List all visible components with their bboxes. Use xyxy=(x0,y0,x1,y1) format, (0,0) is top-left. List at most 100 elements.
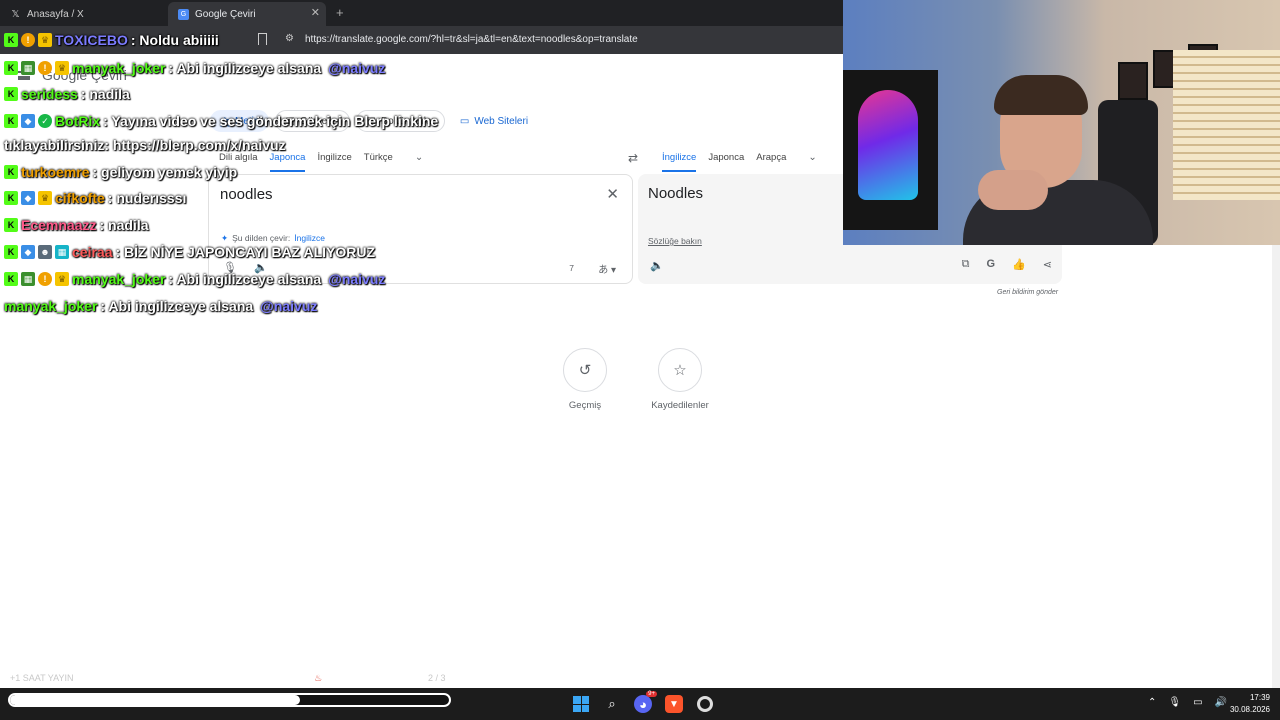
chevron-down-icon[interactable]: ⌄ xyxy=(415,152,423,172)
chat-message: K ▦! ♛ manyak_joker: Abi ingilizceye alsana… xyxy=(4,271,385,287)
kick-badge-icon: K xyxy=(4,114,18,128)
chat-username[interactable]: TOXICEBO xyxy=(55,32,128,48)
lang-arabic-target[interactable]: Arapça xyxy=(756,152,786,172)
chat-text: : Abi ingilizceye alsana xyxy=(168,60,322,76)
source-text[interactable]: noodles xyxy=(220,186,273,203)
stream-progress-bar xyxy=(8,693,451,707)
url-field[interactable]: https://translate.google.com/?hl=tr&sl=j… xyxy=(305,34,638,45)
lang-english-target[interactable]: İngilizce xyxy=(662,152,697,172)
diamond-badge-icon: ◆ xyxy=(21,245,35,259)
chat-message: K ◆ ♛ cifkofte: nuderısssı xyxy=(4,190,186,206)
chat-text: : Yayına video ve ses göndermek için Ble… xyxy=(103,113,439,129)
site-settings-icon[interactable]: ⚙ xyxy=(285,33,294,44)
page-counter: 2 / 3 xyxy=(428,673,446,683)
chat-message: manyak_joker: Abi ingilizceye alsana @nai… xyxy=(4,298,317,314)
microphone-icon[interactable]: 🎙 xyxy=(1168,697,1181,708)
new-tab-icon[interactable]: + xyxy=(336,5,344,20)
share-icon[interactable]: ⋖ xyxy=(1043,258,1052,271)
clear-icon[interactable]: ✕ xyxy=(606,185,619,203)
history-button[interactable]: ↺ Geçmiş xyxy=(555,348,615,411)
source-language-bar: Dili algıla Japonca İngilizce Türkçe ⌄ xyxy=(219,152,423,172)
wall-poster xyxy=(843,70,938,230)
chat-username[interactable]: cifkofte xyxy=(55,190,105,206)
coin-badge-icon: ! xyxy=(38,61,52,75)
diamond-badge-icon: ◆ xyxy=(21,191,35,205)
swap-languages-icon[interactable]: ⇄ xyxy=(628,151,638,165)
keyboard-icon[interactable]: あ ▾ xyxy=(598,261,616,276)
chat-username[interactable]: Ecemnaazz xyxy=(21,217,96,233)
progress-fill xyxy=(10,695,300,705)
lang-japanese-target[interactable]: Japonca xyxy=(708,152,744,172)
chat-text: tıklayabilirsiniz: https://blerp.com/x/n… xyxy=(4,137,286,153)
feedback-link[interactable]: Geri bildirim gönder xyxy=(997,289,1058,296)
web-icon: ▭ xyxy=(459,115,470,127)
lang-english[interactable]: İngilizce xyxy=(317,152,351,172)
dictionary-link[interactable]: Sözlüğe bakın xyxy=(648,236,702,246)
coin-badge-icon: ! xyxy=(21,33,35,47)
bookmark-icon[interactable] xyxy=(258,33,267,45)
chat-username[interactable]: turkoemre xyxy=(21,164,89,180)
chat-username[interactable]: ceiraa xyxy=(72,244,112,260)
chat-text: : nadila xyxy=(80,86,130,102)
streamer-hand xyxy=(978,170,1048,210)
rate-icon[interactable]: 👍 xyxy=(1012,258,1026,271)
chat-username[interactable]: manyak_joker xyxy=(72,60,165,76)
sparkle-icon: ✦ xyxy=(221,233,229,243)
chat-text: : Abi ingilizceye alsana xyxy=(100,298,254,314)
translate-from-suggestion: ✦ Şu dilden çevir: İngilizce xyxy=(221,233,325,244)
chat-message: Kturkoemre: geliyom yemek yiyip xyxy=(4,164,237,180)
search-icon[interactable]: ⌕ xyxy=(603,695,621,713)
taskbar: ⌕ ◕ 9+ ▼ ⌃ 🎙 ▭ 🔊 17:39 30.08.2026 xyxy=(0,688,1280,720)
lang-turkish[interactable]: Türkçe xyxy=(364,152,393,172)
suggest-link[interactable]: İngilizce xyxy=(294,233,325,244)
chat-username[interactable]: BotRix xyxy=(55,113,100,129)
chat-message: K Ecemnaazz: nadila xyxy=(4,217,149,233)
chat-username[interactable]: manyak_joker xyxy=(4,298,97,314)
windows-start-icon[interactable] xyxy=(572,695,590,713)
source-text-area[interactable]: noodles ✕ ✦ Şu dilden çevir: İngilizce 🎙… xyxy=(208,174,633,284)
chat-mention[interactable]: @naivuz xyxy=(260,298,317,314)
close-tab-icon[interactable]: ✕ xyxy=(311,6,320,19)
chat-text: : nadila xyxy=(99,217,149,233)
chat-text: : BİZ NİYE JAPONCAYI BAZ ALIYORUZ xyxy=(115,244,376,260)
tab-google-translate[interactable]: G Google Çeviri ✕ xyxy=(168,2,326,26)
tab-label: Anasayfa / X xyxy=(27,8,84,20)
chevron-up-icon[interactable]: ⌃ xyxy=(1148,697,1156,708)
grid-badge-icon: ▦ xyxy=(55,245,69,259)
chrome-icon[interactable] xyxy=(696,695,714,713)
chat-message: K ◆ ☻ ▦ ceiraa: BİZ NİYE JAPONCAYI BAZ ALIYO… xyxy=(4,244,375,260)
google-icon[interactable]: G xyxy=(987,258,996,271)
speaker-icon[interactable]: 🔈 xyxy=(650,259,664,272)
flame-icon: ♨ xyxy=(314,673,323,683)
chat-mention[interactable]: @naivuz xyxy=(328,60,385,76)
lang-japanese[interactable]: Japonca xyxy=(269,152,306,172)
chat-username[interactable]: manyak_joker xyxy=(72,271,165,287)
tab-twitter[interactable]: 𝕏 Anasayfa / X xyxy=(0,2,165,26)
kick-badge-icon: K xyxy=(4,33,18,47)
copy-icon[interactable]: ⧉ xyxy=(962,258,970,271)
volume-icon[interactable]: 🔊 xyxy=(1215,697,1227,708)
chat-text: : nuderısssı xyxy=(107,190,187,206)
kick-badge-icon: K xyxy=(4,165,18,179)
chat-message: K ◆ ✓ BotRix: Yayına video ve ses göndermek… xyxy=(4,113,438,129)
clock[interactable]: 17:39 30.08.2026 xyxy=(1230,692,1270,716)
display-icon[interactable]: ▭ xyxy=(1193,697,1202,708)
target-actions: ⧉ G 👍 ⋖ xyxy=(962,258,1052,271)
chat-message: K! ♛ TOXICEBO: Noldu abiiiii xyxy=(4,32,219,48)
x-logo-icon: 𝕏 xyxy=(11,8,20,20)
discord-badge: 9+ xyxy=(646,691,657,697)
crown-badge-icon: ♛ xyxy=(55,272,69,286)
chat-text: : Noldu abiiiii xyxy=(130,32,219,48)
chat-username[interactable]: seridess xyxy=(21,86,78,102)
tab-websites[interactable]: ▭ Web Siteleri xyxy=(451,110,537,132)
saved-button[interactable]: ☆ Kaydedilenler xyxy=(650,348,710,411)
star-icon: ☆ xyxy=(658,348,702,392)
chat-mention[interactable]: @naivuz xyxy=(328,271,385,287)
stream-duration: +1 SAAT YAYIN xyxy=(10,673,74,683)
coin-badge-icon: ! xyxy=(38,272,52,286)
chevron-down-icon[interactable]: ⌄ xyxy=(808,152,816,172)
target-language-bar: İngilizce Japonca Arapça ⌄ xyxy=(662,152,817,172)
discord-icon[interactable]: ◕ 9+ xyxy=(634,691,657,713)
brave-browser-icon[interactable]: ▼ xyxy=(665,695,683,713)
diamond-badge-icon: ◆ xyxy=(21,114,35,128)
